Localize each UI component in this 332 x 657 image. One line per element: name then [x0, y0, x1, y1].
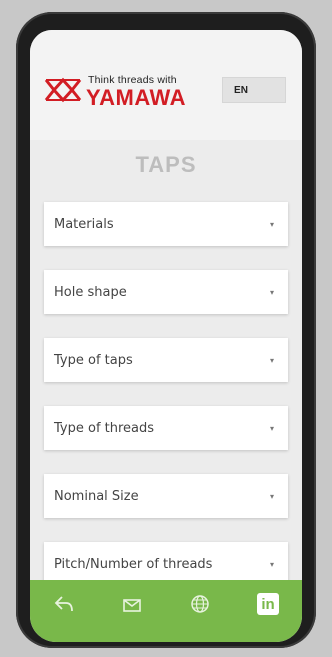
- app-screen: Think threads with YAMAWA EN TAPS Materi…: [30, 30, 302, 642]
- filter-nominal-size[interactable]: Nominal Size ▾: [44, 474, 288, 518]
- caret-down-icon: ▾: [269, 491, 274, 501]
- phone-frame: Think threads with YAMAWA EN TAPS Materi…: [16, 12, 316, 648]
- language-selector[interactable]: EN: [222, 77, 286, 103]
- header: Think threads with YAMAWA EN: [30, 30, 302, 140]
- footer-bar: in: [30, 580, 302, 642]
- linkedin-icon[interactable]: in: [256, 592, 280, 616]
- brand-name: YAMAWA: [86, 85, 186, 110]
- yamawa-logo-icon: [44, 77, 82, 103]
- filter-list: Materials ▾ Hole shape ▾ Type of taps ▾ …: [44, 202, 288, 610]
- filter-label: Type of taps: [54, 352, 133, 368]
- filter-label: Materials: [54, 216, 114, 232]
- caret-down-icon: ▾: [269, 423, 274, 433]
- page-title: TAPS: [135, 152, 197, 177]
- filter-type-of-threads[interactable]: Type of threads ▾: [44, 406, 288, 450]
- filter-materials[interactable]: Materials ▾: [44, 202, 288, 246]
- filter-label: Pitch/Number of threads: [54, 556, 213, 572]
- caret-down-icon: ▾: [269, 559, 274, 569]
- linkedin-logo: in: [257, 593, 279, 615]
- filter-type-of-taps[interactable]: Type of taps ▾: [44, 338, 288, 382]
- caret-down-icon: ▾: [269, 355, 274, 365]
- globe-icon[interactable]: [188, 592, 212, 616]
- mail-icon[interactable]: [120, 592, 144, 616]
- filter-label: Hole shape: [54, 284, 127, 300]
- caret-down-icon: ▾: [269, 219, 274, 229]
- share-icon[interactable]: [52, 592, 76, 616]
- caret-down-icon: ▾: [269, 287, 274, 297]
- filter-label: Type of threads: [54, 420, 155, 436]
- filter-label: Nominal Size: [54, 488, 139, 504]
- filter-hole-shape[interactable]: Hole shape ▾: [44, 270, 288, 314]
